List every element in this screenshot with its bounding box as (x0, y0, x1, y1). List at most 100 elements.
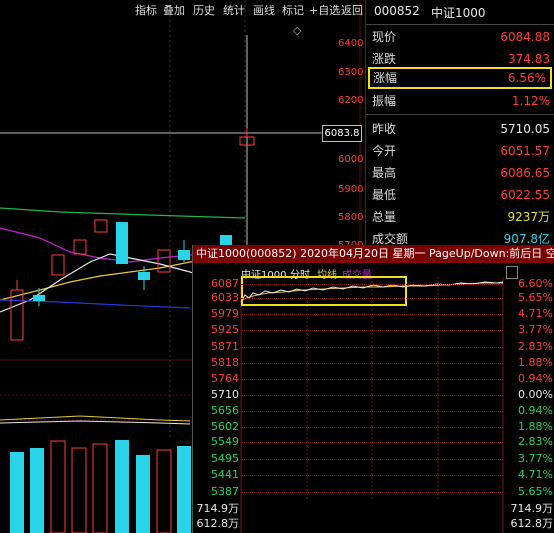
grid-line (241, 298, 503, 299)
popup-right-scale-label: 714.9万 (510, 502, 554, 515)
popup-right-scale-label: 612.8万 (510, 517, 554, 530)
toolbar-back-button[interactable]: 返回 (341, 2, 363, 20)
price-axis-label: 5800 (338, 212, 364, 223)
quote-row-prev-close: 昨收 5710.05 (372, 118, 550, 140)
popup-right-scale-label: 0.00% (518, 388, 553, 401)
quote-label: 涨幅 (373, 71, 398, 85)
volume-ma-line (0, 420, 191, 425)
grid-line (241, 379, 503, 380)
candle-up (157, 249, 171, 273)
popup-left-scale-label: 5925 (211, 323, 239, 336)
popup-left-scale-label: 5818 (211, 356, 239, 369)
quote-value: 5710.05 (500, 122, 550, 136)
toolbar-stats-button[interactable]: 统计 (223, 2, 245, 20)
popup-left-scale-label: 5441 (211, 468, 239, 481)
divider (366, 114, 554, 115)
popup-right-scale-label: 1.88% (518, 356, 553, 369)
popup-right-scale-label: 5.65% (518, 291, 553, 304)
popup-left-scale-label: 5979 (211, 307, 239, 320)
quote-label: 现价 (372, 30, 397, 44)
candle-up (73, 239, 87, 255)
grid-line (241, 411, 503, 412)
grid-line (241, 363, 503, 364)
volume-bar (50, 440, 66, 533)
grid-line (241, 314, 503, 315)
quote-value: 6051.57 (500, 144, 550, 158)
toolbar-history-button[interactable]: 历史 (193, 2, 215, 20)
popup-right-scale-label: 1.88% (518, 420, 553, 433)
highlight-box (241, 276, 407, 306)
popup-right-scale-label: 2.83% (518, 435, 553, 448)
quote-value: 6022.55 (500, 188, 550, 202)
quote-label: 今开 (372, 144, 397, 158)
popup-right-scale-label: 6.60% (518, 277, 553, 290)
candle-up (51, 254, 65, 276)
quote-value: 6086.65 (500, 166, 550, 180)
intraday-popup[interactable]: 中证1000(000852) 2020年04月20日 星期一 PageUp/Do… (192, 245, 554, 533)
popup-left-scale-label: 6033 (211, 291, 239, 304)
toolbar-draw-button[interactable]: 画线 (253, 2, 275, 20)
volume-bar (30, 448, 44, 533)
candle-up (94, 219, 108, 233)
toolbar-indicator-button[interactable]: 指标 (135, 2, 157, 20)
popup-left-scale-label: 5871 (211, 340, 239, 353)
diamond-icon[interactable]: ◇ (293, 22, 301, 40)
toolbar-mark-button[interactable]: 标记 (282, 2, 304, 20)
quote-row-pct-change: 涨幅 6.56% (368, 67, 552, 89)
quote-label: 昨收 (372, 122, 397, 136)
popup-left-scale-label: 5495 (211, 452, 239, 465)
volume-bars (10, 440, 191, 533)
ma-line-blue (0, 299, 191, 309)
quote-value: 1.12% (511, 94, 550, 108)
popup-left-scale-label: 6087 (211, 277, 239, 290)
volume-bar (92, 443, 108, 533)
quote-value: 6.56% (507, 71, 546, 85)
popup-left-scale-label: 5710 (211, 388, 239, 401)
grid-line (241, 459, 503, 460)
grid-line (241, 475, 503, 476)
candle-down (116, 222, 128, 264)
popup-right-scale-label: 4.71% (518, 468, 553, 481)
volume-bar (177, 446, 191, 533)
grid-line (241, 427, 503, 428)
popup-right-scale-label: 0.94% (518, 404, 553, 417)
popup-right-scale-label: 5.65% (518, 485, 553, 498)
quote-row-amplitude: 振幅 1.12% (372, 90, 550, 112)
grid-line (241, 347, 503, 348)
popup-left-scale-label: 5549 (211, 435, 239, 448)
volume-bar (156, 449, 172, 533)
grid-line (241, 284, 503, 285)
crosshair-price-label: 6083.8 (322, 125, 362, 142)
quote-row-price: 现价 6084.88 (372, 26, 550, 48)
toolbar-add-watchlist-button[interactable]: +自选 (309, 2, 340, 20)
toolbar-overlay-button[interactable]: 叠加 (163, 2, 185, 20)
popup-left-scale-label: 5387 (211, 485, 239, 498)
popup-left-scale-label: 714.9万 (196, 502, 240, 515)
grid-line (241, 492, 503, 493)
quote-label: 最高 (372, 166, 397, 180)
quote-value: 6084.88 (500, 30, 550, 44)
volume-bar (136, 455, 150, 533)
quote-row-volume: 总量 9237万 (372, 206, 550, 228)
quote-panel: 000852 中证1000 现价 6084.88 涨跌 374.83 涨幅 6.… (365, 0, 554, 246)
popup-left-scale-label: 5602 (211, 420, 239, 433)
candle-up (10, 289, 24, 341)
stock-name: 中证1000 (431, 6, 486, 20)
popup-right-scale-label: 0.94% (518, 372, 553, 385)
volume-bar (115, 440, 129, 533)
popup-left-scale-label: 5764 (211, 372, 239, 385)
price-axis-label: 6000 (338, 154, 364, 165)
candle-down (220, 235, 232, 245)
quote-row-open: 今开 6051.57 (372, 140, 550, 162)
ma-line-green (0, 207, 246, 219)
divider (366, 24, 554, 25)
stock-code: 000852 (374, 4, 420, 18)
quote-label: 总量 (372, 210, 397, 224)
quote-value: 9237万 (507, 210, 550, 224)
price-axis-label: 6400 (338, 38, 364, 49)
price-axis-label: 6300 (338, 67, 364, 78)
price-axis-label: 6200 (338, 95, 364, 106)
popup-left-scale-label: 612.8万 (196, 517, 240, 530)
popup-right-scale-label: 4.71% (518, 307, 553, 320)
grid-line (241, 330, 503, 331)
